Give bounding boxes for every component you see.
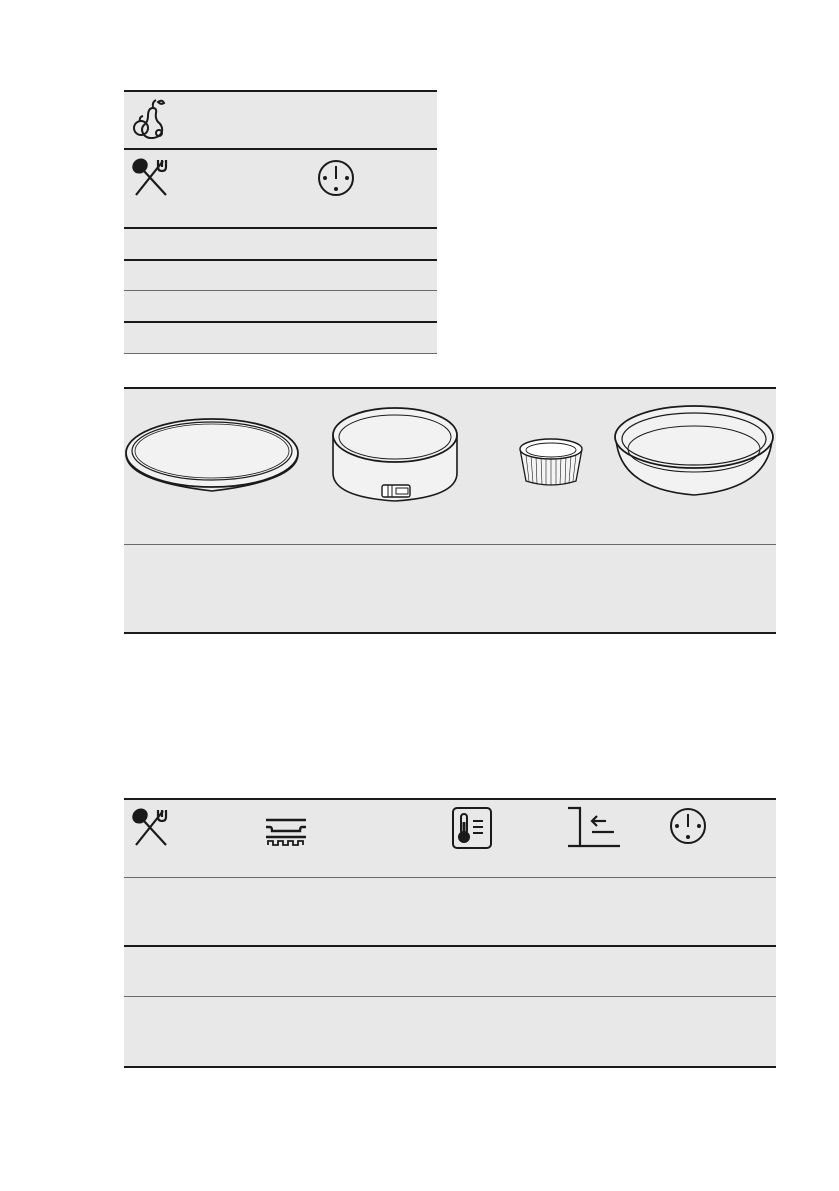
table-row-divider (124, 877, 776, 878)
thermometer-icon (451, 806, 493, 850)
heating-function-icon (264, 816, 308, 848)
table-rule (124, 148, 437, 150)
spoon-fork-icon (130, 158, 172, 198)
table-rule (124, 798, 776, 800)
table-row-divider (124, 996, 776, 997)
table-rule (124, 321, 437, 323)
fruit-icon (130, 97, 170, 139)
table-rule (124, 227, 437, 229)
table-cooking-settings (124, 798, 776, 1068)
clock-icon (316, 158, 356, 198)
pie-dish-icon (612, 403, 776, 499)
table-rule (124, 259, 437, 261)
table-rule (124, 1066, 776, 1068)
table-rule (124, 387, 776, 389)
flan-tin-icon (124, 415, 300, 495)
clock-icon (668, 806, 708, 846)
table-row-divider (124, 290, 437, 291)
table-rule (124, 632, 776, 634)
springform-tin-icon (330, 405, 460, 505)
table-fruit-timing (124, 90, 437, 354)
table-rule (124, 945, 776, 947)
table-rule (124, 90, 437, 92)
table-bakeware (124, 387, 776, 634)
spoon-fork-icon (130, 808, 172, 848)
table-row-divider (124, 544, 776, 545)
shelf-position-icon (566, 806, 622, 850)
table-row-divider (124, 353, 437, 354)
ramekin-icon (518, 435, 584, 491)
